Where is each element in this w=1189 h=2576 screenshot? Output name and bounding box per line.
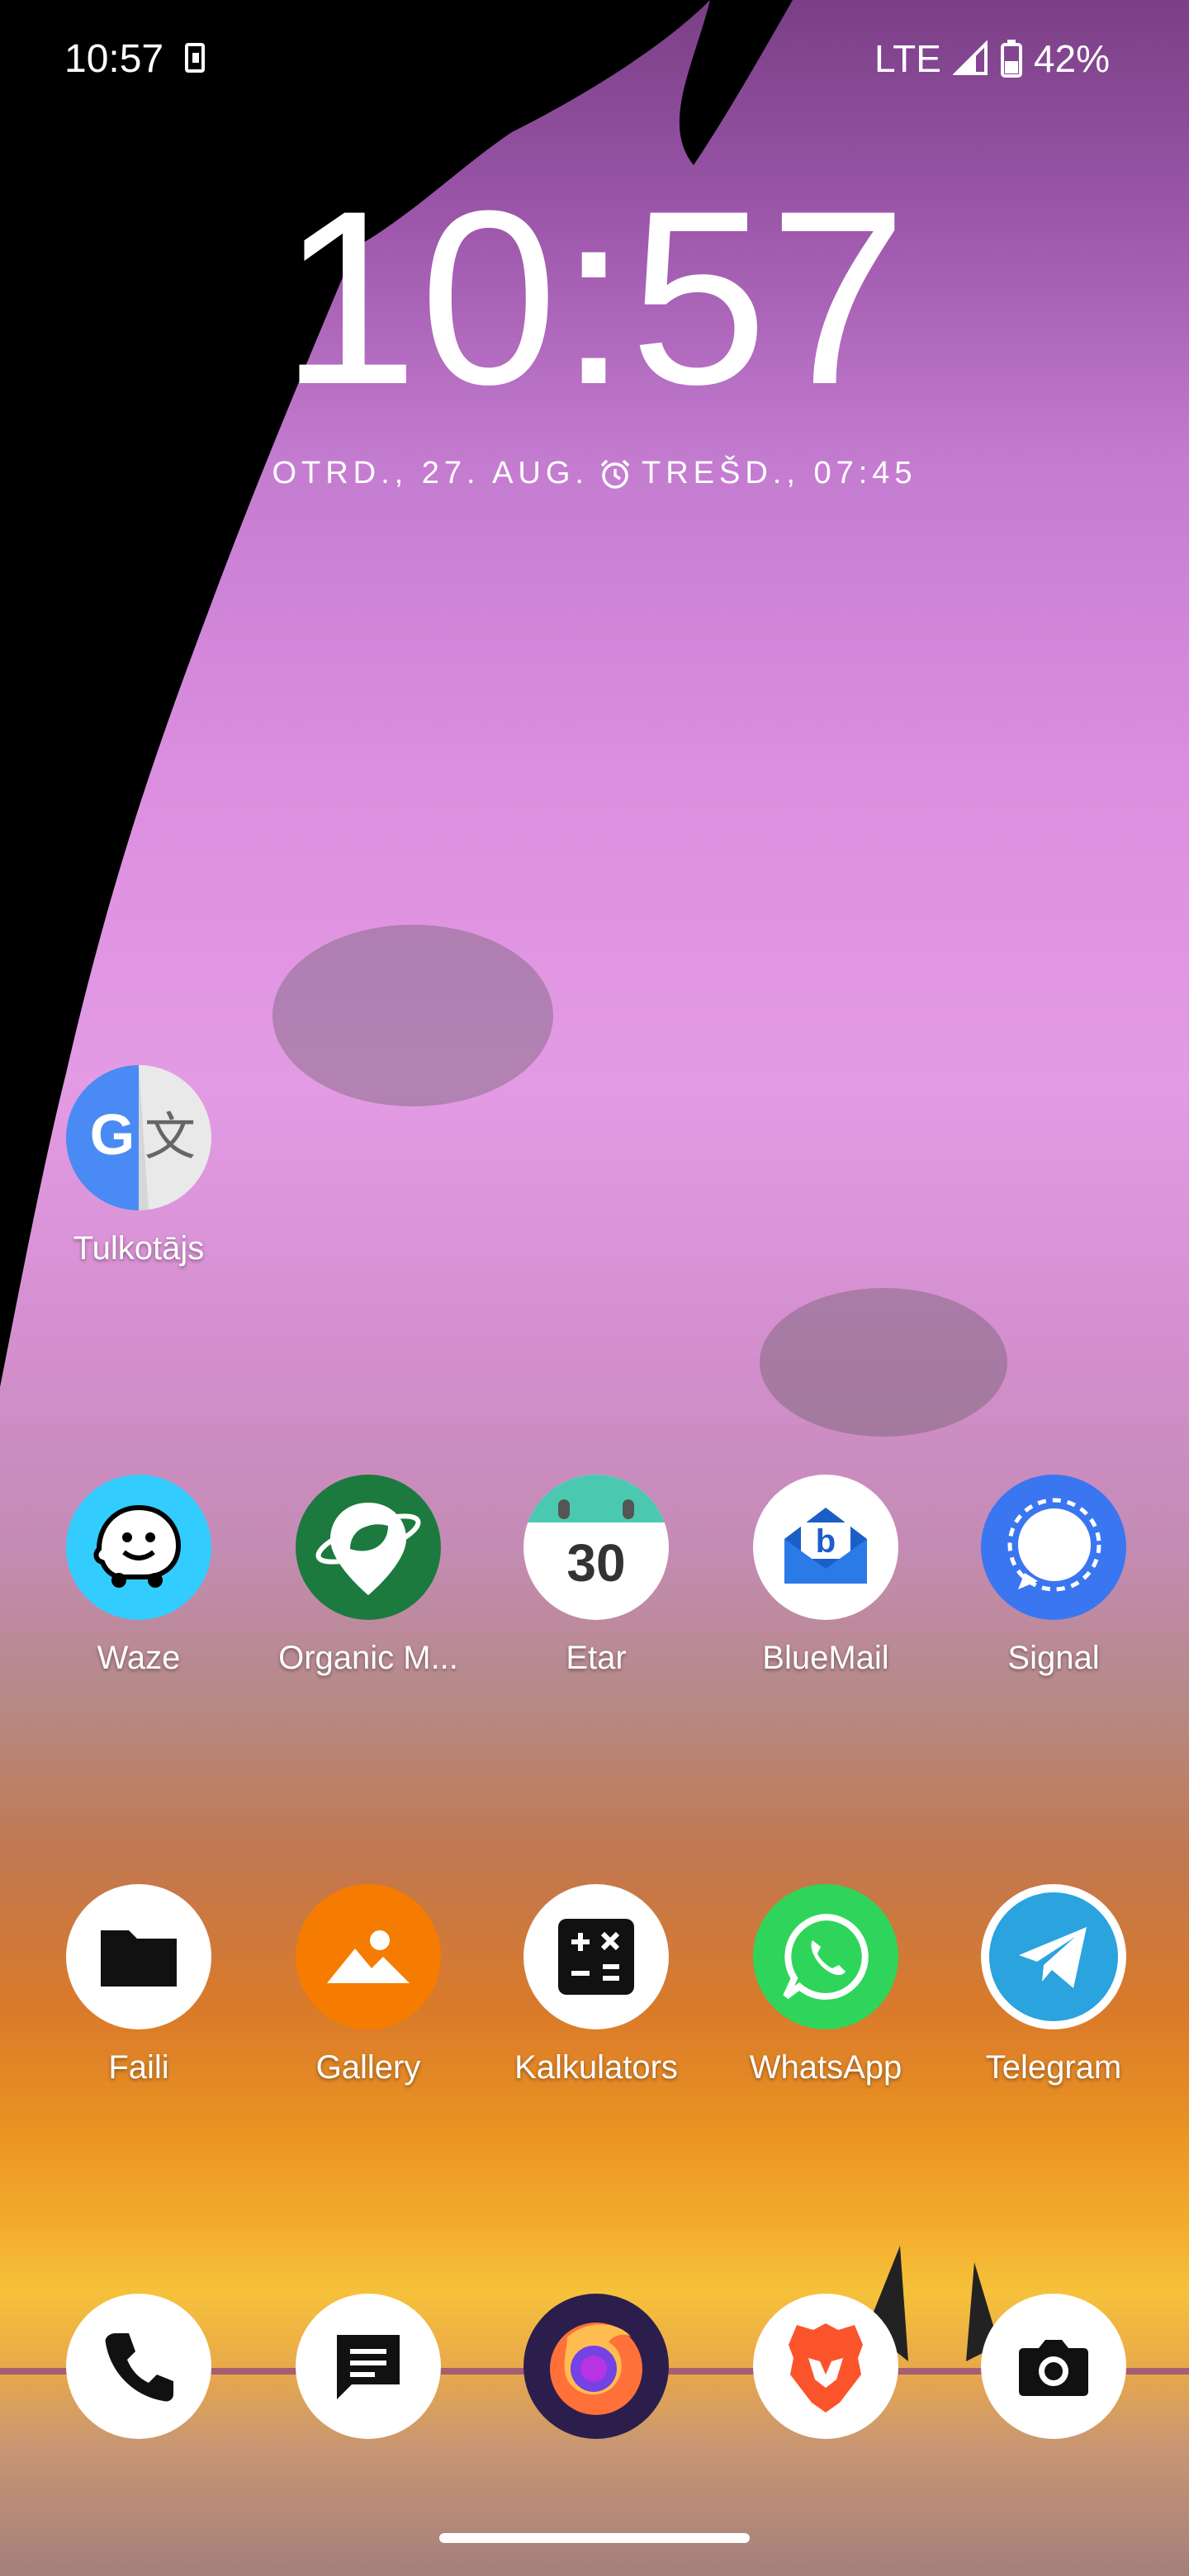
alarm-icon [600,459,630,489]
alarm-text: TREŠD., 07:45 [641,456,917,490]
app-etar[interactable]: 30 Etar [497,1475,695,1677]
app-label: Gallery [315,2049,421,2086]
dock-camera[interactable] [955,2294,1153,2439]
app-signal[interactable]: Signal [955,1475,1153,1677]
app-label: Faili [108,2049,169,2086]
dock-messages[interactable] [269,2294,467,2439]
app-translate[interactable]: G文 Tulkotājs [40,1065,238,1267]
gallery-icon [296,1884,441,2029]
telegram-icon [981,1884,1126,2029]
organic-maps-icon [296,1475,441,1620]
date-text: OTRD., 27. AUG. [272,456,589,490]
home-clock[interactable]: 10:57 [0,173,1189,421]
dock-brave[interactable] [727,2294,925,2439]
kde-connect-icon [185,43,205,73]
app-bluemail[interactable]: b BlueMail [727,1475,925,1677]
status-time: 10:57 [64,37,164,81]
signal-icon [981,1475,1126,1620]
phone-icon [66,2294,211,2439]
bluemail-icon: b [753,1475,898,1620]
app-label: WhatsApp [749,2049,902,2086]
svg-text:b: b [816,1523,836,1560]
battery-percent: 42% [1033,37,1110,80]
gesture-nav-bar[interactable] [439,2533,750,2543]
app-label: Kalkulators [514,2049,678,2086]
app-label: Etar [566,1640,627,1676]
brave-icon [753,2294,898,2439]
whatsapp-icon [753,1884,898,2029]
messages-icon [296,2294,441,2439]
dock-firefox[interactable] [497,2294,695,2439]
app-label: Telegram [985,2049,1122,2086]
calendar-icon: 30 [523,1475,669,1620]
firefox-icon [523,2294,669,2439]
signal-strength-icon [952,40,988,75]
status-bar: 10:57 LTE 42% [0,0,1189,116]
date-line[interactable]: OTRD., 27. AUG. TREŠD., 07:45 [0,456,1189,491]
network-type: LTE [874,37,941,80]
app-label: Tulkotājs [73,1230,205,1267]
app-label: Signal [1007,1640,1100,1676]
dock-phone[interactable] [40,2294,238,2439]
app-whatsapp[interactable]: WhatsApp [727,1884,925,2086]
camera-icon [981,2294,1126,2439]
app-label: Organic M... [278,1640,458,1676]
app-label: BlueMail [762,1640,889,1676]
translate-icon: G文 [66,1065,211,1210]
battery-icon [1000,40,1022,78]
svg-text:G: G [90,1102,135,1167]
app-files[interactable]: Faili [40,1884,238,2086]
app-waze[interactable]: Waze [40,1475,238,1677]
app-telegram[interactable]: Telegram [955,1884,1153,2086]
app-label: Waze [97,1640,181,1676]
app-gallery[interactable]: Gallery [269,1884,467,2086]
calendar-day: 30 [566,1533,626,1593]
waze-icon [66,1475,211,1620]
app-calculator[interactable]: Kalkulators [497,1884,695,2086]
svg-text:文: 文 [144,1106,196,1167]
folder-icon [66,1884,211,2029]
app-organic-maps[interactable]: Organic M... [269,1475,467,1677]
calculator-icon [523,1884,669,2029]
